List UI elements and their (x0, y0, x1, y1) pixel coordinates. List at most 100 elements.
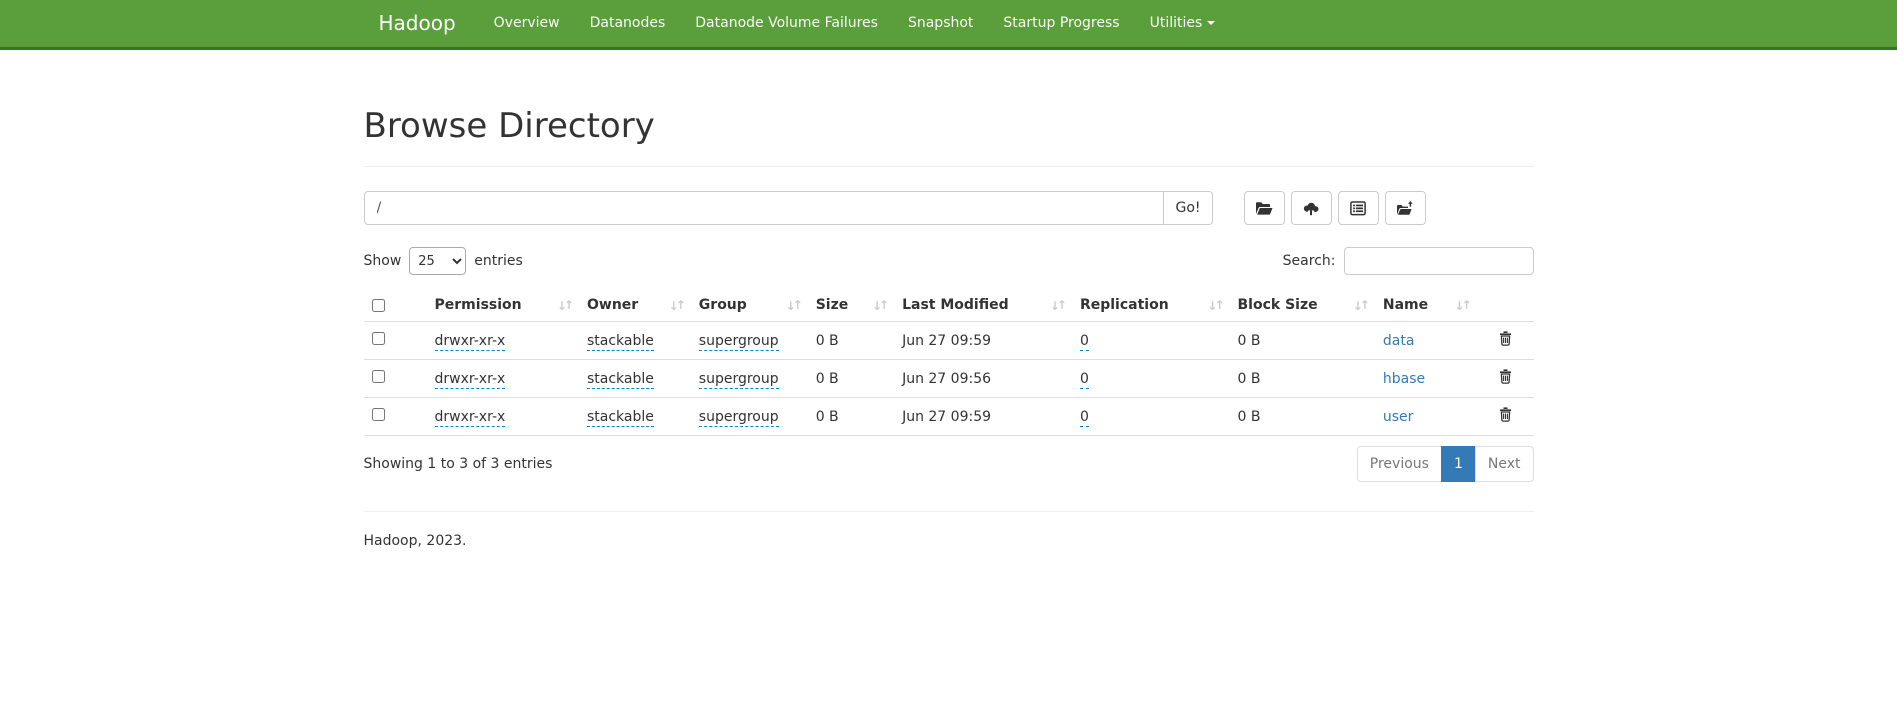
owner-editable[interactable]: stackable (587, 371, 654, 389)
row-select-checkbox[interactable] (372, 332, 385, 345)
trash-icon (1499, 407, 1512, 422)
column-header-actions (1477, 291, 1534, 322)
group-editable[interactable]: supergroup (699, 333, 779, 351)
sort-icon: ↓↑ (669, 299, 683, 313)
column-header-group[interactable]: Group↓↑ (691, 291, 808, 322)
column-header-last-modified[interactable]: Last Modified ↓↑ (894, 291, 1072, 322)
modified-value: Jun 27 09:56 (902, 371, 991, 387)
modified-value: Jun 27 09:59 (902, 409, 991, 425)
nav-utilities-label: Utilities (1150, 15, 1203, 31)
block-size-value: 0 B (1238, 333, 1261, 349)
delete-button[interactable] (1499, 407, 1512, 422)
search-label: Search: (1283, 253, 1336, 269)
entries-info: Showing 1 to 3 of 3 entries (364, 456, 553, 472)
page-size-select[interactable]: 25 (409, 247, 466, 275)
block-size-value: 0 B (1238, 371, 1261, 387)
column-label: Owner (587, 297, 638, 313)
site-footer-text: Hadoop, 2023. (364, 533, 1534, 549)
footer-divider (364, 511, 1534, 512)
permission-editable[interactable]: drwxr-xr-x (435, 333, 506, 351)
column-header-size[interactable]: Size↓↑ (808, 291, 894, 322)
nav-overview[interactable]: Overview (479, 0, 575, 47)
group-editable[interactable]: supergroup (699, 409, 779, 427)
directory-path-input[interactable] (364, 191, 1165, 225)
search-input[interactable] (1344, 247, 1534, 275)
path-row: Go! (364, 191, 1534, 225)
list-alt-icon (1350, 201, 1366, 216)
column-header-block-size[interactable]: Block Size ↓↑ (1230, 291, 1375, 322)
delete-button[interactable] (1499, 331, 1512, 346)
owner-editable[interactable]: stackable (587, 409, 654, 427)
dir-link[interactable]: data (1383, 333, 1415, 349)
show-entries-control: Show 25 entries (364, 247, 523, 275)
dir-link[interactable]: hbase (1383, 371, 1425, 387)
nav-datanode-volume-failures[interactable]: Datanode Volume Failures (680, 0, 893, 47)
main-content: Browse Directory Go! (364, 107, 1534, 549)
column-header-name[interactable]: Name ↓↑ (1375, 291, 1477, 322)
nav-snapshot[interactable]: Snapshot (893, 0, 988, 47)
sort-icon: ↓↑ (1353, 299, 1367, 313)
nav-links: Overview Datanodes Datanode Volume Failu… (471, 0, 1231, 47)
column-label: Block Size (1238, 297, 1318, 313)
permission-editable[interactable]: drwxr-xr-x (435, 409, 506, 427)
hdfs-browser-page: Hadoop Overview Datanodes Datanode Volum… (0, 0, 1897, 722)
trash-icon (1499, 369, 1512, 384)
pagination-next[interactable]: Next (1475, 446, 1534, 482)
replication-editable[interactable]: 0 (1080, 371, 1089, 389)
table-row: drwxr-xr-x stackable supergroup 0 B Jun … (364, 360, 1534, 398)
cloud-upload-icon (1302, 201, 1320, 216)
column-label: Permission (435, 297, 522, 313)
move-to-directory-button[interactable] (1385, 191, 1426, 225)
path-input-group: Go! (364, 191, 1213, 225)
pagination: Previous 1 Next (1357, 446, 1534, 482)
size-value: 0 B (816, 409, 839, 425)
select-all-checkbox[interactable] (372, 299, 385, 312)
sort-icon: ↓↑ (1454, 299, 1468, 313)
upload-files-button[interactable] (1291, 191, 1332, 225)
sort-icon: ↓↑ (1207, 299, 1221, 313)
folder-move-icon (1396, 201, 1414, 216)
sort-icon: ↓↑ (557, 299, 571, 313)
nav-startup-progress[interactable]: Startup Progress (988, 0, 1134, 47)
size-value: 0 B (816, 333, 839, 349)
owner-editable[interactable]: stackable (587, 333, 654, 351)
trash-icon (1499, 331, 1512, 346)
nav-datanodes[interactable]: Datanodes (575, 0, 681, 47)
permission-editable[interactable]: drwxr-xr-x (435, 371, 506, 389)
page-header: Browse Directory (364, 107, 1534, 167)
row-select-checkbox[interactable] (372, 370, 385, 383)
directory-table: Permission↓↑ Owner↓↑ Group↓↑ Size↓↑ Last… (364, 291, 1534, 436)
column-header-replication[interactable]: Replication ↓↑ (1072, 291, 1230, 322)
column-label: Replication (1080, 297, 1169, 313)
top-navbar: Hadoop Overview Datanodes Datanode Volum… (0, 0, 1897, 50)
brand-hadoop[interactable]: Hadoop (364, 0, 471, 47)
create-directory-button[interactable] (1244, 191, 1285, 225)
table-header-row: Permission↓↑ Owner↓↑ Group↓↑ Size↓↑ Last… (364, 291, 1534, 322)
pagination-previous[interactable]: Previous (1357, 446, 1442, 482)
replication-editable[interactable]: 0 (1080, 409, 1089, 427)
column-label: Last Modified (902, 297, 1009, 313)
column-label: Size (816, 297, 849, 313)
header-select-column[interactable] (364, 291, 427, 322)
table-row: drwxr-xr-x stackable supergroup 0 B Jun … (364, 398, 1534, 436)
paste-list-button[interactable] (1338, 191, 1379, 225)
column-label: Name (1383, 297, 1428, 313)
modified-value: Jun 27 09:59 (902, 333, 991, 349)
table-footer: Showing 1 to 3 of 3 entries Previous 1 N… (364, 446, 1534, 482)
block-size-value: 0 B (1238, 409, 1261, 425)
file-toolbar (1244, 191, 1426, 225)
go-button[interactable]: Go! (1163, 191, 1212, 225)
column-header-permission[interactable]: Permission ↓↑ (427, 291, 579, 322)
replication-editable[interactable]: 0 (1080, 333, 1089, 351)
delete-button[interactable] (1499, 369, 1512, 384)
pagination-page-1[interactable]: 1 (1441, 446, 1476, 482)
show-label: Show (364, 253, 402, 269)
group-editable[interactable]: supergroup (699, 371, 779, 389)
column-header-owner[interactable]: Owner ↓↑ (579, 291, 691, 322)
nav-utilities-dropdown[interactable]: Utilities (1135, 0, 1231, 47)
row-select-checkbox[interactable] (372, 408, 385, 421)
dir-link[interactable]: user (1383, 409, 1414, 425)
sort-icon: ↓↑ (786, 299, 800, 313)
chevron-down-icon (1207, 21, 1215, 25)
sort-icon: ↓↑ (1050, 299, 1064, 313)
